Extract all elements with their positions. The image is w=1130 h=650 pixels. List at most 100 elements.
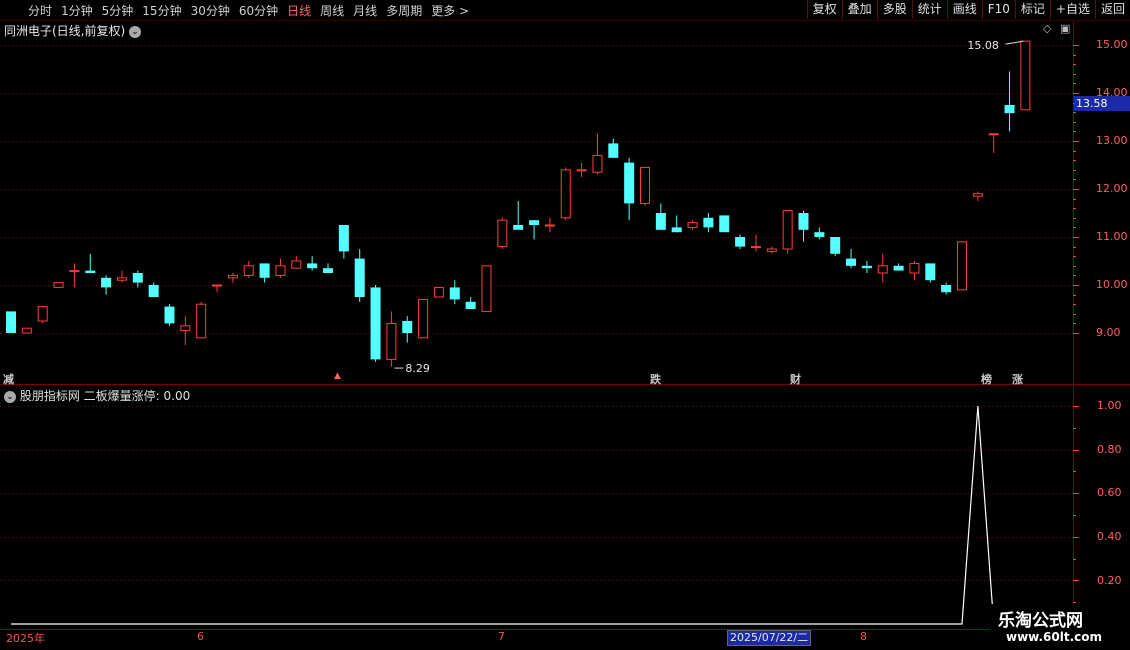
candle-body: [227, 274, 238, 279]
period-tab[interactable]: 周线: [320, 2, 344, 19]
high-price-label: 15.08: [967, 39, 999, 52]
candle-body: [180, 325, 191, 332]
price-axis-label: 10.00: [1096, 278, 1128, 291]
candle-body: [513, 225, 524, 230]
period-tab[interactable]: 多周期: [386, 2, 422, 19]
candle-body: [957, 241, 967, 291]
stock-title-text: 同洲电子(日线,前复权): [4, 24, 126, 38]
candle-body: [148, 285, 159, 297]
candle-body: [988, 133, 999, 136]
candle-body: [116, 277, 127, 281]
toolbar-button[interactable]: 画线: [946, 0, 982, 19]
candle-body: [69, 270, 80, 273]
period-tab[interactable]: 1分钟: [61, 2, 93, 19]
indicator-axis-label: 0.60: [1097, 486, 1122, 499]
candle-body: [830, 237, 841, 254]
watermark-title: 乐淘公式网: [998, 611, 1083, 631]
candle-body: [782, 210, 793, 250]
candle-body: [418, 298, 429, 339]
candle-body: [655, 213, 666, 230]
watermark: 乐淘公式网 www.60lt.com: [990, 604, 1130, 650]
candle-body: [671, 227, 682, 233]
period-tab[interactable]: 更多 >: [431, 2, 469, 19]
toolbar-button[interactable]: 复权: [806, 0, 842, 19]
period-toolbar: 分时 1分钟 5分钟 15分钟 30分钟 60分钟 日线 周线 月线 多周期 更多 > 返回 +自选 标记…: [0, 0, 1130, 21]
date-axis-year: 2025年: [6, 632, 45, 645]
price-axis-label: 9.00: [1096, 326, 1121, 339]
candle-body: [497, 219, 508, 248]
chevron-down-icon[interactable]: ⌄: [129, 25, 142, 38]
toolbar-button[interactable]: F10: [981, 0, 1015, 19]
panel-toggle-icon[interactable]: ▣: [1060, 22, 1070, 35]
signal-label-zhang: 涨: [1012, 373, 1023, 386]
candle-body: [449, 287, 460, 300]
candle-body: [259, 263, 270, 278]
indicator-axis-label: 0.80: [1097, 443, 1122, 456]
signal-label-bang: 榜: [981, 373, 992, 386]
candle-body: [640, 166, 650, 204]
period-tab[interactable]: 30分钟: [191, 2, 230, 19]
candle-body: [465, 301, 476, 309]
period-tab[interactable]: 日线: [287, 2, 311, 19]
candle-body: [21, 327, 32, 334]
candle-body: [909, 262, 920, 274]
chevron-down-icon[interactable]: ⌄: [4, 390, 16, 403]
signal-label-cai: 财: [790, 373, 801, 386]
price-axis-label: 15.00: [1096, 38, 1128, 51]
period-tab[interactable]: 月线: [353, 2, 377, 19]
candle-body: [338, 225, 349, 252]
candle-body: [433, 286, 444, 298]
toolbar-button[interactable]: 返回: [1094, 0, 1130, 19]
price-axis-label: 12.00: [1096, 182, 1128, 195]
indicator-axis-label: 0.40: [1097, 530, 1122, 543]
candle-body: [275, 265, 286, 276]
toolbar-button[interactable]: 叠加: [841, 0, 877, 19]
candle-body: [941, 285, 952, 293]
stock-title: 同洲电子(日线,前复权) ⌄: [4, 22, 142, 39]
candle-body: [196, 303, 207, 339]
candle-body: [529, 220, 540, 225]
indicator-title-text: 股朋指标网 二板爆量涨停: 0.00: [19, 389, 191, 403]
candle-body: [6, 311, 16, 333]
date-axis-month: 8: [860, 630, 867, 643]
toolbar-button[interactable]: 统计: [911, 0, 947, 19]
candle-body: [370, 287, 381, 360]
candle-body: [798, 213, 809, 230]
date-axis-month: 7: [498, 630, 505, 643]
candle-body: [861, 265, 872, 269]
signal-label-die: 跌: [650, 373, 661, 386]
candle-body: [703, 217, 714, 228]
toolbar-button[interactable]: 多股: [876, 0, 912, 19]
price-axis-label: 11.00: [1096, 230, 1128, 243]
signal-label-jian: 减: [3, 373, 14, 386]
candle-body: [307, 263, 318, 269]
candle-body: [386, 322, 397, 360]
toolbar-button[interactable]: +自选: [1049, 0, 1095, 19]
candle-body: [735, 237, 746, 247]
diamond-icon[interactable]: ◇: [1043, 22, 1051, 35]
period-tab[interactable]: 5分钟: [102, 2, 134, 19]
candle-body: [132, 273, 143, 283]
candle-body: [893, 265, 904, 271]
candle-body: [481, 265, 492, 312]
candle-body: [85, 270, 96, 273]
candle-body: [1004, 105, 1015, 114]
candle-body: [750, 246, 761, 249]
candle-body: [687, 222, 698, 228]
period-tab[interactable]: 60分钟: [239, 2, 278, 19]
date-axis-month: 6: [197, 630, 204, 643]
candle-body: [624, 162, 635, 204]
period-tab[interactable]: 15分钟: [142, 2, 181, 19]
period-tab[interactable]: 分时: [28, 2, 52, 19]
indicator-line: [11, 405, 1026, 625]
up-arrow-icon: ▲: [334, 371, 341, 381]
price-axis-label: 13.00: [1096, 134, 1128, 147]
candle-body: [576, 169, 587, 172]
chart-canvas[interactable]: 15.08 8.29: [0, 0, 1130, 650]
price-axis-label: 14.00: [1096, 86, 1128, 99]
candle-body: [402, 321, 413, 333]
toolbar-button[interactable]: 标记: [1014, 0, 1050, 19]
candle-body: [846, 258, 857, 266]
candle-body: [291, 260, 302, 269]
indicator-axis-label: 0.20: [1097, 574, 1122, 587]
